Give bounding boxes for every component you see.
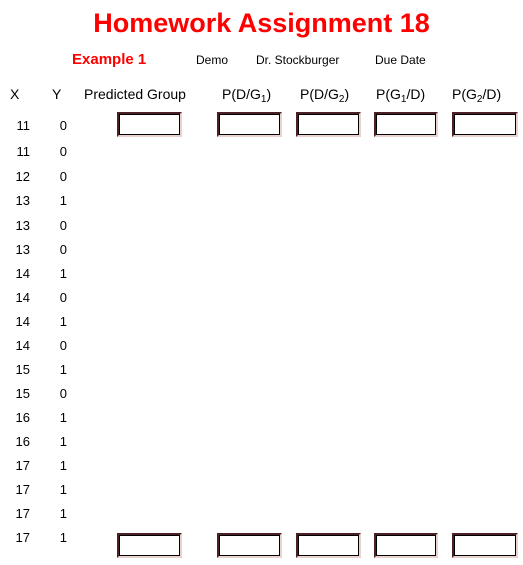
column-header-p-g1-d: P(G1/D): [376, 86, 425, 105]
column-header-p-g2-d: P(G2/D): [452, 86, 501, 105]
input-field-value[interactable]: [219, 535, 280, 556]
cell-y: 0: [59, 169, 67, 184]
cell-y: 0: [59, 386, 67, 401]
cell-y: 0: [59, 218, 67, 233]
cell-y: 0: [59, 338, 67, 353]
input-predicted-group-last-row[interactable]: [117, 533, 182, 558]
cell-x: 16: [15, 410, 30, 425]
cell-x: 11: [16, 118, 31, 133]
input-field-value[interactable]: [376, 535, 436, 556]
cell-x: 11: [16, 144, 31, 159]
page-title: Homework Assignment 18: [93, 8, 430, 38]
header-text-part: P(D/G: [300, 86, 339, 102]
header-subscript: 2: [476, 94, 483, 105]
column-header-x: X: [10, 86, 20, 102]
cell-y: 1: [59, 530, 67, 545]
cell-x: 15: [15, 386, 30, 401]
cell-x: 14: [15, 290, 30, 305]
cell-x: 13: [15, 242, 30, 257]
demo-label: Demo: [196, 53, 229, 67]
cell-y: 1: [59, 458, 67, 473]
cell-y: 0: [59, 144, 67, 159]
column-header-p-d-g1: P(D/G1): [222, 86, 271, 105]
input-field-value[interactable]: [298, 114, 359, 135]
subheader-row: Example 1 Demo Dr. Stockburger Due Date: [0, 51, 523, 69]
cell-y: 1: [59, 266, 67, 281]
cell-y: 1: [59, 314, 67, 329]
cell-x: 17: [15, 530, 30, 545]
input-field-value[interactable]: [454, 535, 516, 556]
input-field-value[interactable]: [298, 535, 359, 556]
cell-y: 0: [59, 242, 67, 257]
cell-x: 16: [15, 434, 30, 449]
input-p-d-g1-last-row[interactable]: [217, 533, 282, 558]
input-field-value[interactable]: [119, 535, 180, 556]
header-text-part: P(G: [452, 86, 477, 102]
cell-x: 17: [15, 482, 30, 497]
input-p-g2-d-first-row[interactable]: [452, 112, 518, 137]
cell-x: 17: [15, 506, 30, 521]
cell-x: 17: [15, 458, 30, 473]
input-p-d-g2-last-row[interactable]: [296, 533, 361, 558]
cell-y: 0: [59, 290, 67, 305]
cell-y: 0: [59, 118, 67, 133]
cell-x: 15: [15, 362, 30, 377]
instructor-label: Dr. Stockburger: [256, 53, 340, 67]
cell-x: 13: [15, 218, 30, 233]
cell-x: 14: [15, 314, 30, 329]
input-p-d-g2-first-row[interactable]: [296, 112, 361, 137]
column-header-y: Y: [52, 86, 62, 102]
header-text-part: ): [344, 86, 350, 102]
input-field-value[interactable]: [454, 114, 516, 135]
header-text-part: /D): [406, 86, 426, 102]
header-subscript: 2: [338, 94, 345, 105]
header-subscript: 1: [260, 94, 267, 105]
example-label: Example 1: [72, 51, 147, 68]
cell-y: 1: [59, 362, 67, 377]
header-text-part: P(D/G: [222, 86, 261, 102]
header-text-part: /D): [482, 86, 502, 102]
cell-x: 14: [15, 266, 30, 281]
input-predicted-group-first-row[interactable]: [117, 112, 182, 137]
input-p-d-g1-first-row[interactable]: [217, 112, 282, 137]
column-header-predicted-group: Predicted Group: [84, 86, 186, 102]
cell-y: 1: [59, 434, 67, 449]
cell-y: 1: [59, 482, 67, 497]
cell-x: 12: [15, 169, 30, 184]
cell-y: 1: [59, 506, 67, 521]
input-p-g1-d-last-row[interactable]: [374, 533, 438, 558]
input-p-g2-d-last-row[interactable]: [452, 533, 518, 558]
header-text-part: ): [266, 86, 272, 102]
input-field-value[interactable]: [219, 114, 280, 135]
column-header-p-d-g2: P(D/G2): [300, 86, 349, 105]
input-p-g1-d-first-row[interactable]: [374, 112, 438, 137]
input-field-value[interactable]: [376, 114, 436, 135]
cell-y: 1: [59, 410, 67, 425]
header-subscript: 1: [400, 94, 407, 105]
input-field-value[interactable]: [119, 114, 180, 135]
due-date-label: Due Date: [375, 53, 426, 67]
cell-x: 13: [15, 193, 30, 208]
cell-y: 1: [59, 193, 67, 208]
cell-x: 14: [15, 338, 30, 353]
header-text-part: P(G: [376, 86, 401, 102]
